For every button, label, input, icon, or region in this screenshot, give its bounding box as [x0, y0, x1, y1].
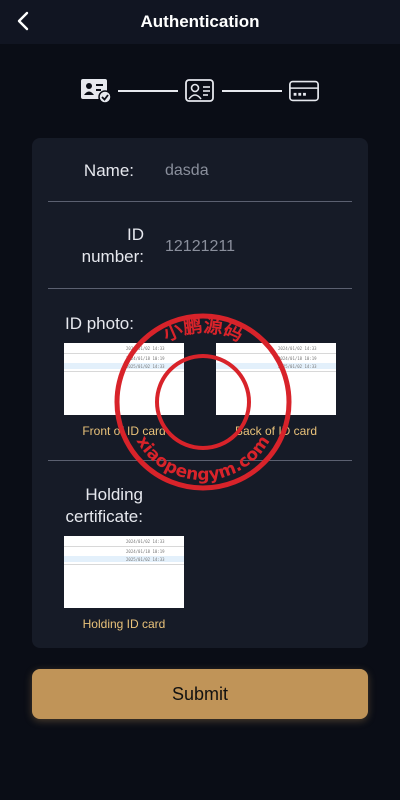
submit-button[interactable]: Submit — [32, 669, 368, 719]
divider — [48, 460, 352, 461]
holding-label-line2: certificate: — [65, 507, 143, 526]
verification-steps — [0, 74, 400, 108]
page-title: Authentication — [140, 12, 260, 31]
header-bar: Authentication — [0, 0, 400, 44]
divider — [48, 288, 352, 289]
id-number-value[interactable]: 12121211 — [165, 238, 235, 256]
front-id-photo[interactable]: 2024/01/02 14:33 2024/01/18 10:19 2025/0… — [64, 343, 184, 415]
divider — [48, 201, 352, 202]
back-id-photo[interactable]: 2024/01/02 14:33 2024/01/18 10:19 2025/0… — [216, 343, 336, 415]
id-number-label-line1: ID — [127, 225, 144, 244]
name-label: Name: — [83, 161, 134, 180]
back-button[interactable] — [10, 8, 36, 34]
step-connector — [222, 90, 282, 92]
id-photo-label: ID photo: — [65, 314, 134, 333]
holding-id-photo[interactable]: 2024/01/02 14:33 2024/01/18 10:19 2025/0… — [64, 536, 184, 608]
id-number-label-line2: number: — [81, 247, 144, 266]
id-card-person-icon — [184, 77, 216, 105]
front-id-caption: Front of ID card — [82, 424, 166, 438]
holding-label-line1: Holding — [85, 485, 143, 504]
holding-id-caption: Holding ID card — [82, 617, 166, 631]
step-connector — [118, 90, 178, 92]
id-number-label: ID number: — [48, 224, 144, 268]
name-value[interactable]: dasda — [165, 162, 209, 180]
credit-card-icon — [288, 77, 320, 105]
holding-certificate-label: Holding certificate: — [48, 484, 143, 528]
back-id-caption: Back of ID card — [234, 424, 318, 438]
chevron-left-icon — [17, 11, 29, 31]
id-card-check-icon — [80, 77, 112, 105]
authentication-form-card: Name: dasda ID number: 12121211 ID photo… — [32, 138, 368, 648]
